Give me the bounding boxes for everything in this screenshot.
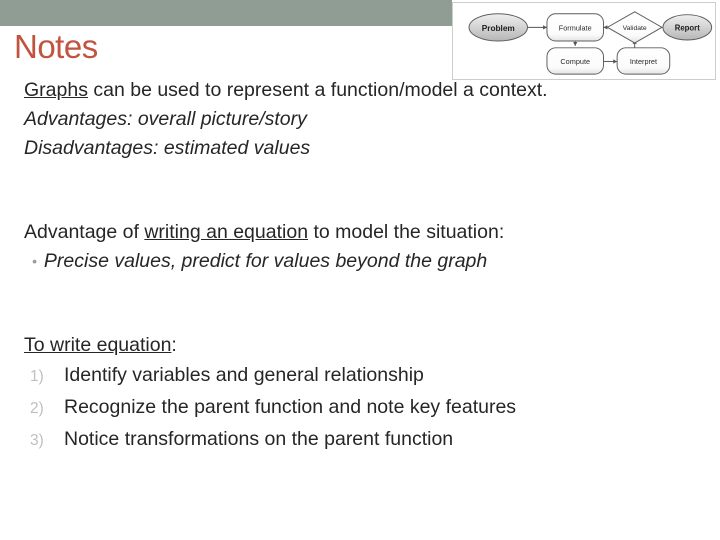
note-line-advantages: Advantages: overall picture/story — [24, 108, 307, 130]
list-item-text: Identify variables and general relations… — [64, 364, 424, 387]
page-title: Notes — [14, 28, 98, 65]
diagram-node-report: Report — [662, 14, 713, 41]
graphs-underlined-term: Graphs — [24, 79, 88, 101]
diagram-node-validate: Validate — [606, 11, 663, 44]
note-line-graphs: Graphs can be used to represent a functi… — [24, 76, 702, 105]
diagram-node-compute-label: Compute — [560, 57, 590, 66]
list-item: 1) Identify variables and general relatio… — [24, 360, 702, 392]
body-spacer-two-b — [24, 305, 702, 331]
body-spacer-one-b — [24, 192, 702, 218]
bullet-text: Precise values, predict for values beyon… — [43, 250, 488, 272]
advantage-line-after: to model the situation: — [308, 221, 505, 243]
list-item: 2) Recognize the parent function and note… — [24, 392, 702, 424]
list-item-text: Recognize the parent function and note k… — [64, 396, 517, 419]
to-write-equation-underlined-term: To write equation — [24, 334, 172, 357]
slide-canvas: Problem Formulate Validate Report Comput… — [0, 0, 720, 540]
diagram-node-compute: Compute — [546, 47, 604, 75]
note-line-disadvantages: Disadvantages: estimated values — [24, 137, 311, 159]
diagram-node-interpret-label: Interpret — [630, 57, 657, 66]
modeling-cycle-flow-diagram: Problem Formulate Validate Report Comput… — [452, 2, 716, 80]
diagram-node-formulate: Formulate — [546, 13, 604, 42]
note-line-to-write-equation: To write equation: — [24, 331, 702, 360]
advantage-line-before: Advantage of — [24, 221, 145, 243]
body-spacer-one — [24, 163, 702, 192]
diagram-node-formulate-label: Formulate — [559, 23, 592, 32]
diagram-node-interpret: Interpret — [616, 47, 671, 75]
note-line-advantage-equation: Advantage of writing an equation to mode… — [24, 218, 702, 247]
writing-an-equation-underlined-term: writing an equation — [144, 221, 309, 243]
bullet-dot-icon: • — [32, 253, 37, 270]
slide-body: Graphs can be used to represent a functi… — [24, 76, 702, 456]
note-bullet-precise-values: • Precise values, predict for values beyo… — [24, 247, 702, 276]
graphs-line-rest: can be used to represent a function/mode… — [87, 79, 548, 101]
list-item-marker: 1) — [30, 368, 44, 386]
to-write-equation-colon: : — [171, 334, 177, 357]
diagram-node-report-label: Report — [675, 23, 700, 32]
list-item: 3) Notice transformations on the parent f… — [24, 424, 702, 456]
list-item-marker: 2) — [30, 400, 44, 418]
diagram-node-problem: Problem — [468, 13, 528, 42]
list-item-text: Notice transformations on the parent fun… — [64, 428, 454, 451]
list-item-marker: 3) — [30, 432, 44, 450]
diagram-node-problem-label: Problem — [482, 24, 515, 33]
diagram-node-validate-label: Validate — [623, 25, 647, 32]
body-spacer-two — [24, 276, 702, 305]
header-accent-bar — [0, 0, 452, 26]
